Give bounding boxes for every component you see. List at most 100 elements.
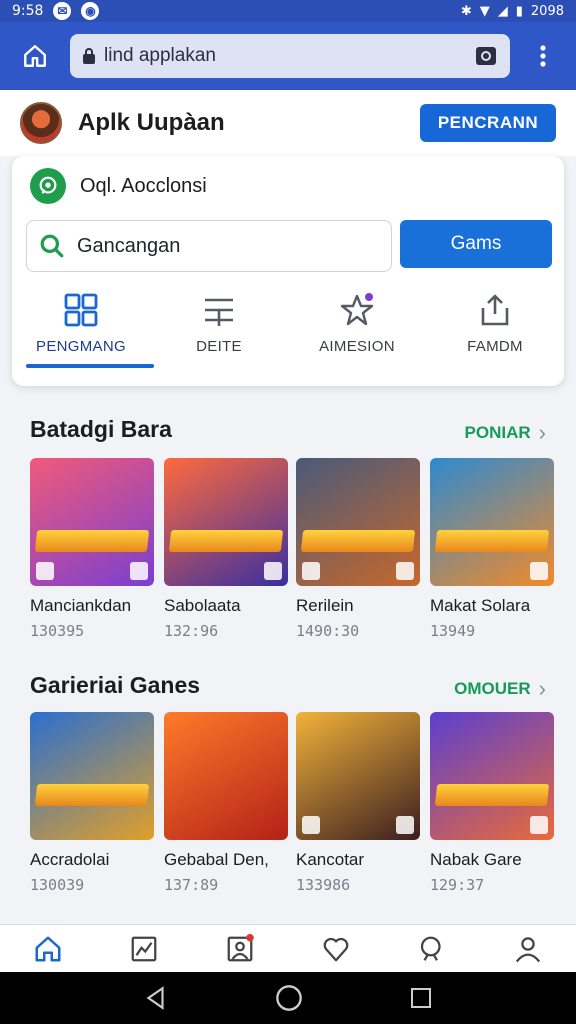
game-count: 133986: [296, 876, 351, 894]
game-title: Accradolai: [30, 850, 110, 869]
rating-icon: [36, 562, 54, 580]
signal-icon: ◢: [497, 3, 508, 19]
game-count: 130039: [30, 876, 85, 894]
game-count: 13949: [430, 622, 476, 640]
game-card[interactable]: Kancotar 133986: [296, 712, 420, 894]
bluetooth-icon: ✱: [460, 3, 472, 19]
game-title: Makat Solara: [430, 596, 531, 615]
game-count: 130395: [30, 622, 85, 640]
home-icon: [35, 936, 61, 961]
section-link-label: OMOUER: [454, 679, 531, 698]
tab-deite[interactable]: DEITE: [150, 288, 288, 378]
game-thumbnail: [430, 712, 554, 840]
game-thumbnail: [30, 458, 154, 586]
lock-icon: [83, 48, 95, 64]
game-thumbnail: [164, 712, 288, 840]
home-icon[interactable]: [0, 22, 70, 90]
profile-icon: [515, 936, 541, 962]
tab-label: DEITE: [196, 338, 242, 355]
nav-gallery[interactable]: [192, 925, 288, 972]
star-icon: [340, 293, 374, 326]
app-header: Aplk Uupàan PENCRANN: [0, 90, 576, 156]
game-thumbnail: [30, 712, 154, 840]
notification-icon: ✉: [53, 2, 72, 20]
tab-aimesion[interactable]: AIMESION: [288, 288, 426, 378]
section-title: Batadgi Bara: [30, 416, 172, 442]
game-title: Manciankdan: [30, 596, 132, 615]
category-tabs: PENGMANG DEITE AIMESION FAMDM: [12, 288, 564, 378]
url-text: lind applakan: [104, 45, 216, 66]
battery-icon: ▮: [515, 3, 523, 19]
game-card[interactable]: Manciankdan 130395: [30, 458, 154, 640]
game-card[interactable]: Accradolai 130039: [30, 712, 154, 894]
chat-icon: [30, 168, 66, 204]
nav-home[interactable]: [0, 925, 96, 972]
chevron-right-icon: ›: [538, 420, 546, 445]
game-card[interactable]: Sabolaata 132:96: [164, 458, 288, 640]
battery-level: 2098: [530, 3, 564, 19]
game-title: Gebabal Den,: [164, 850, 269, 869]
camera-icon[interactable]: [474, 44, 498, 68]
game-banner: [300, 530, 416, 552]
platform-icon: [130, 562, 148, 580]
grid-icon: [64, 293, 98, 327]
back-icon[interactable]: [143, 985, 169, 1011]
game-title: Nabak Gare: [430, 850, 522, 869]
game-banner: [34, 784, 150, 806]
section-link-label: PONIAR: [464, 423, 531, 442]
search-games-button[interactable]: Gams: [400, 220, 552, 268]
platform-icon: [396, 562, 414, 580]
game-title: Sabolaata: [164, 596, 241, 615]
bottom-nav: [0, 924, 576, 972]
section-see-all-link[interactable]: PONIAR ›: [465, 420, 546, 446]
status-bar: 9:58 ✉ ◉ ✱ ▼ ◢ ▮ 2098: [0, 0, 576, 22]
nav-favorites[interactable]: [288, 925, 384, 972]
game-title: Kancotar: [296, 850, 365, 869]
search-input[interactable]: Gancangan: [26, 220, 392, 272]
card-title: Oql. Aocclonsi: [80, 174, 207, 197]
game-card[interactable]: Nabak Gare 129:37: [430, 712, 554, 894]
app-notification-icon: ◉: [81, 2, 100, 20]
game-banner: [168, 530, 284, 552]
nav-stats[interactable]: [96, 925, 192, 972]
game-title: Rerilein: [296, 596, 354, 615]
tab-pengmang[interactable]: PENGMANG: [12, 288, 154, 378]
rating-icon: [302, 562, 320, 580]
tab-label: AIMESION: [319, 338, 395, 355]
list-icon: [205, 298, 233, 326]
recents-icon[interactable]: [409, 986, 433, 1010]
active-tab-indicator: [26, 364, 154, 368]
chart-icon: [131, 936, 157, 961]
home-circle-icon[interactable]: [275, 984, 303, 1012]
address-bar[interactable]: lind applakan: [70, 34, 510, 78]
game-row: Accradolai 130039 Gebabal Den, 137:89 Ka…: [30, 712, 576, 912]
header-cta-button[interactable]: PENCRANN: [420, 104, 556, 142]
avatar[interactable]: [20, 102, 62, 144]
more-options-icon[interactable]: [510, 22, 576, 90]
chevron-right-icon: ›: [538, 676, 546, 701]
game-thumbnail: [164, 458, 288, 586]
heart-icon: [323, 937, 349, 961]
nav-profile[interactable]: [480, 925, 576, 972]
tab-famdm[interactable]: FAMDM: [426, 288, 564, 378]
game-count: 132:96: [164, 622, 219, 640]
game-banner: [434, 530, 550, 552]
game-card[interactable]: Rerilein 1490:30: [296, 458, 420, 640]
game-card[interactable]: Makat Solara 13949: [430, 458, 554, 640]
game-banner: [434, 784, 550, 806]
share-icon: [481, 294, 509, 326]
platform-icon: [530, 562, 548, 580]
game-banner: [34, 530, 150, 552]
platform-icon: [264, 562, 282, 580]
browser-toolbar: lind applakan: [0, 22, 576, 90]
game-count: 129:37: [430, 876, 485, 894]
tab-label: FAMDM: [467, 338, 523, 355]
search-icon: [40, 234, 64, 258]
section-see-all-link[interactable]: OMOUER ›: [454, 676, 546, 702]
system-nav-bar: [0, 972, 576, 1024]
game-card[interactable]: Gebabal Den, 137:89: [164, 712, 288, 894]
platform-icon: [396, 816, 414, 834]
portrait-icon: [227, 933, 254, 961]
game-thumbnail: [296, 712, 420, 840]
nav-search[interactable]: [384, 925, 480, 972]
